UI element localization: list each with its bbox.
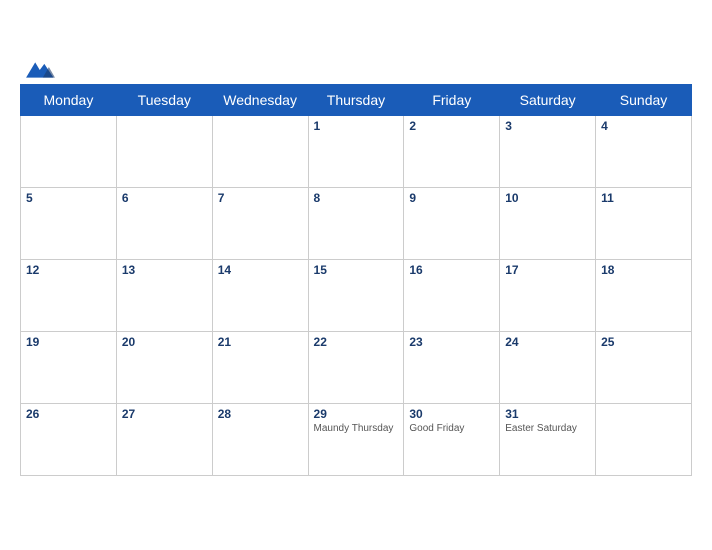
day-number: 5 (26, 191, 111, 205)
day-number: 28 (218, 407, 303, 421)
weekday-header-thursday: Thursday (308, 85, 404, 116)
calendar-cell: 17 (500, 260, 596, 332)
calendar-cell: 22 (308, 332, 404, 404)
calendar-cell: 30 Good Friday (404, 404, 500, 476)
day-number: 4 (601, 119, 686, 133)
calendar-cell: 24 (500, 332, 596, 404)
calendar-cell: 23 (404, 332, 500, 404)
day-number: 11 (601, 191, 686, 205)
calendar-cell: 12 (21, 260, 117, 332)
calendar-cell: 18 (596, 260, 692, 332)
calendar-cell: 31 Easter Saturday (500, 404, 596, 476)
day-number: 14 (218, 263, 303, 277)
calendar-cell: 21 (212, 332, 308, 404)
calendar-cell: 11 (596, 188, 692, 260)
holiday-name: Maundy Thursday (314, 423, 399, 434)
calendar-cell: 28 (212, 404, 308, 476)
calendar-cell: 1 (308, 116, 404, 188)
day-number: 1 (314, 119, 399, 133)
calendar-cell: 4 (596, 116, 692, 188)
weekday-header-wednesday: Wednesday (212, 85, 308, 116)
calendar-header (20, 64, 692, 76)
weekday-header-sunday: Sunday (596, 85, 692, 116)
weekday-header-tuesday: Tuesday (116, 85, 212, 116)
calendar-cell (212, 116, 308, 188)
weekday-header-monday: Monday (21, 85, 117, 116)
weekday-header-saturday: Saturday (500, 85, 596, 116)
day-number: 13 (122, 263, 207, 277)
calendar-week-row: 56789 10 11 (21, 188, 692, 260)
calendar-cell: 27 (116, 404, 212, 476)
day-number: 2 (409, 119, 494, 133)
calendar-week-row: 19 20 21 22 23 24 25 (21, 332, 692, 404)
day-number: 19 (26, 335, 111, 349)
day-number: 16 (409, 263, 494, 277)
calendar-cell: 13 (116, 260, 212, 332)
calendar-cell: 9 (404, 188, 500, 260)
calendar-cell: 5 (21, 188, 117, 260)
calendar-table: MondayTuesdayWednesdayThursdayFridaySatu… (20, 84, 692, 476)
calendar-cell: 19 (21, 332, 117, 404)
day-number: 24 (505, 335, 590, 349)
holiday-name: Easter Saturday (505, 423, 590, 434)
day-number: 17 (505, 263, 590, 277)
calendar-cell: 3 (500, 116, 596, 188)
weekday-header-row: MondayTuesdayWednesdayThursdayFridaySatu… (21, 85, 692, 116)
day-number: 27 (122, 407, 207, 421)
day-number: 25 (601, 335, 686, 349)
calendar-container: MondayTuesdayWednesdayThursdayFridaySatu… (0, 54, 712, 496)
day-number: 29 (314, 407, 399, 421)
calendar-week-row: 1234 (21, 116, 692, 188)
day-number: 22 (314, 335, 399, 349)
day-number: 7 (218, 191, 303, 205)
calendar-cell: 7 (212, 188, 308, 260)
day-number: 15 (314, 263, 399, 277)
weekday-header-friday: Friday (404, 85, 500, 116)
calendar-cell: 16 (404, 260, 500, 332)
calendar-cell (21, 116, 117, 188)
calendar-cell: 29 Maundy Thursday (308, 404, 404, 476)
calendar-cell: 25 (596, 332, 692, 404)
day-number: 30 (409, 407, 494, 421)
calendar-cell: 26 (21, 404, 117, 476)
day-number: 31 (505, 407, 590, 421)
logo (20, 56, 58, 85)
calendar-cell: 10 (500, 188, 596, 260)
calendar-cell: 8 (308, 188, 404, 260)
day-number: 23 (409, 335, 494, 349)
day-number: 18 (601, 263, 686, 277)
day-number: 12 (26, 263, 111, 277)
day-number: 8 (314, 191, 399, 205)
calendar-cell: 20 (116, 332, 212, 404)
calendar-cell (596, 404, 692, 476)
day-number: 10 (505, 191, 590, 205)
calendar-cell: 2 (404, 116, 500, 188)
calendar-week-row: 26 27 28 29 Maundy Thursday 30 Good Friday 31 Ea… (21, 404, 692, 476)
holiday-name: Good Friday (409, 423, 494, 434)
day-number: 9 (409, 191, 494, 205)
day-number: 21 (218, 335, 303, 349)
day-number: 6 (122, 191, 207, 205)
day-number: 20 (122, 335, 207, 349)
calendar-cell: 6 (116, 188, 212, 260)
calendar-cell (116, 116, 212, 188)
calendar-cell: 15 (308, 260, 404, 332)
day-number: 26 (26, 407, 111, 421)
day-number: 3 (505, 119, 590, 133)
calendar-cell: 14 (212, 260, 308, 332)
calendar-week-row: 12 13 14 15 16 17 18 (21, 260, 692, 332)
